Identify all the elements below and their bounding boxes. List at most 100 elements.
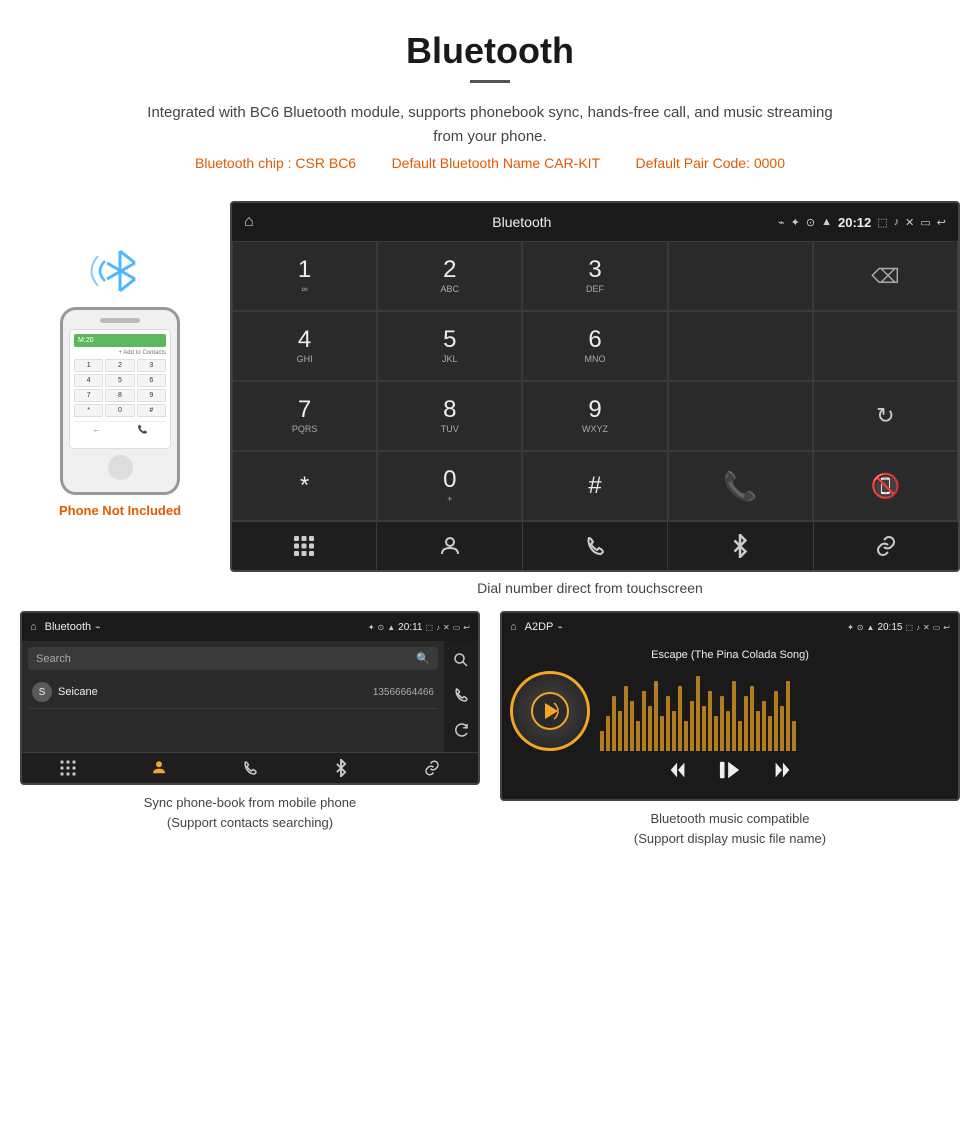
car-screen-title: Bluetooth (266, 214, 778, 230)
dialpad-icon (292, 534, 316, 558)
pb-nav-dialpad[interactable] (22, 759, 113, 777)
pb-nav-bluetooth[interactable] (296, 759, 387, 777)
car-screen-main: ⌂ Bluetooth ⌁ ✦ ⊙ ▲ 20:12 ⬚ ♪ ✕ ▭ ↩ (230, 201, 960, 572)
pb-nav-contacts[interactable] (113, 759, 204, 777)
music-bar (600, 731, 604, 751)
pb-bluetooth-icon (332, 759, 350, 777)
car-nav-bluetooth[interactable] (668, 522, 813, 570)
phone-key-5[interactable]: 5 (105, 374, 134, 387)
car-key-8[interactable]: 8 TUV (377, 381, 522, 451)
music-controls (510, 751, 950, 791)
car-key-3[interactable]: 3 DEF (522, 241, 667, 311)
phonebook-status-icons: ✦ ⊙ ▲ 20:11 ⬚ ♪ ✕ ▭ ↩ (368, 622, 470, 633)
reload-icon: ↻ (876, 403, 894, 429)
car-key-4[interactable]: 4 GHI (232, 311, 377, 381)
music-prev-button[interactable] (667, 759, 689, 787)
music-caption-2: (Support display music file name) (500, 829, 960, 849)
car-nav-recent[interactable] (523, 522, 668, 570)
music-play-pause-button[interactable] (719, 759, 741, 787)
phone-bottom-bar: ← 📞 (74, 421, 166, 434)
car-close-icon[interactable]: ✕ (905, 216, 914, 229)
car-key-5-num: 5 (443, 328, 456, 352)
chip-spec: Bluetooth chip : CSR BC6 (195, 155, 356, 171)
phonebook-search-action[interactable] (448, 645, 474, 678)
car-key-hash[interactable]: # (522, 451, 667, 521)
phone-key-3[interactable]: 3 (137, 359, 166, 372)
pb-nav-phone[interactable] (204, 759, 295, 777)
car-key-5-letters: JKL (442, 354, 458, 364)
music-bar (738, 721, 742, 751)
phone-key-9[interactable]: 9 (137, 389, 166, 402)
bluetooth-nav-icon (728, 534, 752, 558)
car-nav-dialpad[interactable] (232, 522, 377, 570)
phonebook-search-bar[interactable]: Search 🔍 (28, 647, 438, 670)
music-back-icon[interactable]: ↩ (943, 623, 950, 632)
contact-letter-badge: S (32, 682, 52, 702)
phone-key-1[interactable]: 1 (74, 359, 103, 372)
call-green-icon: 📞 (723, 470, 758, 503)
car-key-star[interactable]: * (232, 451, 377, 521)
phonebook-call-action[interactable] (448, 680, 474, 713)
car-key-empty-3 (813, 311, 958, 381)
pb-vol-icon: ♪ (436, 623, 440, 632)
phonebook-home-icon[interactable]: ⌂ (30, 621, 37, 633)
car-key-3-num: 3 (588, 258, 601, 282)
car-key-1[interactable]: 1 ∞ (232, 241, 377, 311)
phone-key-4[interactable]: 4 (74, 374, 103, 387)
music-next-button[interactable] (771, 759, 793, 787)
car-back-icon[interactable]: ↩ (937, 216, 946, 229)
music-home-icon[interactable]: ⌂ (510, 621, 517, 633)
car-nav-link[interactable] (814, 522, 958, 570)
car-key-6-num: 6 (588, 328, 601, 352)
car-key-7-letters: PQRS (292, 424, 318, 434)
car-key-0-letters: + (447, 494, 452, 504)
car-key-5[interactable]: 5 JKL (377, 311, 522, 381)
phone-btn-back[interactable]: ← (93, 425, 101, 434)
car-key-backspace[interactable]: ⌫ (813, 241, 958, 311)
phone-screen-label: + Add to Contacts (74, 350, 166, 356)
phone-key-2[interactable]: 2 (105, 359, 134, 372)
car-key-7[interactable]: 7 PQRS (232, 381, 377, 451)
car-key-6[interactable]: 6 MNO (522, 311, 667, 381)
car-key-call[interactable]: 📞 (668, 451, 813, 521)
hangup-red-icon: 📵 (870, 472, 900, 501)
phone-key-hash[interactable]: # (137, 404, 166, 417)
car-key-2[interactable]: 2 ABC (377, 241, 522, 311)
phonebook-reload-action[interactable] (448, 715, 474, 748)
music-bar (708, 691, 712, 751)
music-content (510, 671, 950, 751)
car-key-0[interactable]: 0 + (377, 451, 522, 521)
music-close-icon[interactable]: ✕ (923, 623, 930, 632)
car-key-1-letters: ∞ (301, 284, 307, 294)
phone-key-7[interactable]: 7 (74, 389, 103, 402)
music-vol-icon: ♪ (916, 623, 920, 632)
phone-key-star[interactable]: * (74, 404, 103, 417)
phonebook-status-bar: ⌂ Bluetooth ⌁ ✦ ⊙ ▲ 20:11 ⬚ ♪ ✕ ▭ ↩ (22, 613, 478, 641)
pair-spec: Default Pair Code: 0000 (636, 155, 785, 171)
main-section: M:20 + Add to Contacts 1 2 3 4 5 6 7 8 9… (0, 201, 980, 572)
car-key-2-letters: ABC (441, 284, 460, 294)
car-key-0-num: 0 (443, 468, 456, 492)
phone-btn-call[interactable]: 📞 (138, 425, 148, 434)
car-key-reload[interactable]: ↻ (813, 381, 958, 451)
car-key-hangup[interactable]: 📵 (813, 451, 958, 521)
phone-home-button[interactable] (108, 455, 133, 480)
pb-close-icon[interactable]: ✕ (443, 623, 450, 632)
pb-nav-link[interactable] (387, 759, 478, 777)
car-key-9-letters: WXYZ (582, 424, 608, 434)
car-key-9[interactable]: 9 WXYZ (522, 381, 667, 451)
car-key-8-num: 8 (443, 398, 456, 422)
phone-key-6[interactable]: 6 (137, 374, 166, 387)
pb-contacts-icon (150, 759, 168, 777)
next-icon (771, 759, 793, 781)
car-home-icon[interactable]: ⌂ (244, 213, 254, 231)
car-key-hash-num: # (588, 474, 601, 498)
pb-back-icon[interactable]: ↩ (463, 623, 470, 632)
car-nav-contacts[interactable] (377, 522, 522, 570)
pb-location-icon: ⊙ (378, 623, 385, 632)
phonebook-entry-seicane[interactable]: S Seicane 13566664466 (28, 676, 438, 709)
phone-key-8[interactable]: 8 (105, 389, 134, 402)
phone-key-0[interactable]: 0 (105, 404, 134, 417)
play-pause-icon (719, 759, 741, 781)
music-bar (666, 696, 670, 751)
